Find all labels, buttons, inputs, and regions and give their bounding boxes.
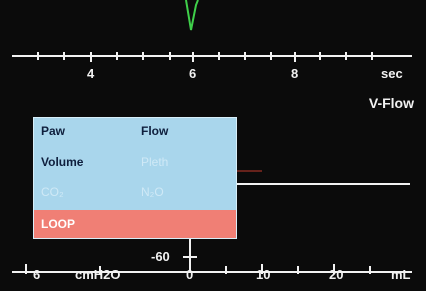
menu-item-n2o[interactable]: N₂O [141, 186, 164, 198]
time-unit: sec [381, 66, 403, 81]
menu-item-co2[interactable]: CO₂ [41, 186, 64, 198]
ventilator-screen: 4 6 8 sec V-Flow Paw Flow Volume Pleth C… [0, 0, 426, 291]
pressure-unit: cmH2O [75, 267, 121, 282]
volume-tick-0: 0 [186, 267, 194, 282]
menu-item-flow[interactable]: Flow [141, 125, 168, 137]
menu-item-volume[interactable]: Volume [41, 156, 83, 168]
waveform-select-menu: Paw Flow Volume Pleth CO₂ N₂O LOOP [33, 117, 237, 239]
time-tick-6: 6 [189, 66, 197, 81]
menu-item-paw[interactable]: Paw [41, 125, 65, 137]
flow-waveform [185, 0, 199, 31]
menu-item-pleth[interactable]: Pleth [141, 156, 168, 168]
loop-min-label: -60 [151, 249, 170, 264]
volume-tick-10: 10 [256, 267, 271, 282]
menu-item-loop[interactable]: LOOP [34, 210, 236, 238]
time-tick-8: 8 [291, 66, 299, 81]
waveform-title: V-Flow [368, 95, 414, 111]
pressure-tick: 6 [33, 267, 41, 282]
time-tick-4: 4 [87, 66, 95, 81]
volume-unit: mL [391, 267, 411, 282]
volume-tick-20: 20 [329, 267, 344, 282]
